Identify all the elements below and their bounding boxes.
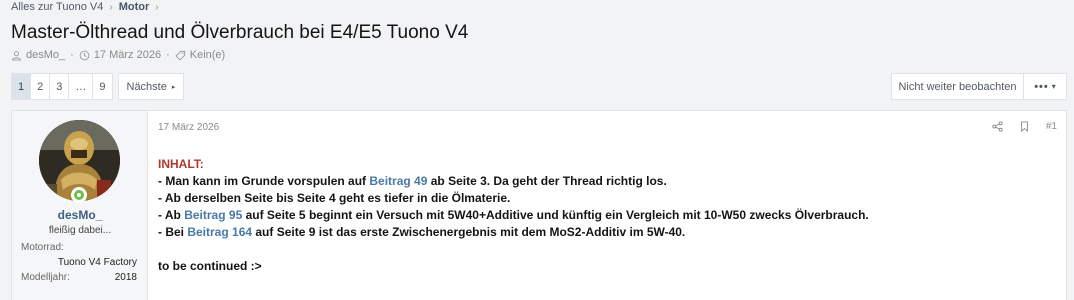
post-user-panel: desMo_ fleißig dabei... Motorrad: Tuono … xyxy=(12,111,148,300)
post-heading: INHALT: xyxy=(158,157,204,171)
post-link-beitrag-164[interactable]: Beitrag 164 xyxy=(187,225,252,239)
bookmark-icon[interactable] xyxy=(1019,121,1030,132)
thread-author[interactable]: desMo_ xyxy=(26,49,65,61)
more-options-button[interactable]: ••• ▾ xyxy=(1024,73,1067,100)
page-title: Master-Ölthread und Ölverbrauch bei E4/E… xyxy=(11,22,469,43)
share-icon[interactable] xyxy=(992,121,1003,132)
user-field-modelljahr-label: Modelljahr: xyxy=(21,272,70,283)
post-text: - Man kann im Grunde vorspulen auf xyxy=(158,174,370,188)
thread-tags: Kein(e) xyxy=(189,49,226,61)
page-navigation: 1 2 3 … 9 Nächste ▸ xyxy=(11,73,185,100)
post-actions: #1 xyxy=(992,121,1057,132)
post-text: auf Seite 5 beginnt ein Versuch mit 5W40… xyxy=(242,208,869,222)
breadcrumb: Alles zur Tuono V4 › Motor › xyxy=(11,0,159,14)
post-body: INHALT: - Man kann im Grunde vorspulen a… xyxy=(158,156,869,275)
user-icon xyxy=(11,50,22,61)
post-line-2: - Ab derselben Seite bis Seite 4 geht es… xyxy=(158,191,511,205)
post-text: ab Seite 3. Da geht der Thread richtig l… xyxy=(427,174,667,188)
user-field-modelljahr: Modelljahr: 2018 xyxy=(21,272,137,283)
tag-icon xyxy=(175,50,185,61)
post-text: - Bei xyxy=(158,225,188,239)
next-page-label: Nächste xyxy=(126,80,167,93)
post-text: - Ab xyxy=(158,208,185,222)
breadcrumb-separator: › xyxy=(155,1,159,13)
online-indicator xyxy=(71,187,87,203)
clock-icon xyxy=(79,50,90,60)
page-9[interactable]: 9 xyxy=(93,73,113,100)
thread-meta: desMo_ · 17 März 2026 · Kein(e) xyxy=(11,49,225,61)
page-2[interactable]: 2 xyxy=(31,73,51,100)
user-field-motorrad-value: Tuono V4 Factory xyxy=(57,257,137,268)
thread-date[interactable]: 17 März 2026 xyxy=(94,49,161,61)
breadcrumb-separator: › xyxy=(109,1,113,13)
page-jump-ellipsis[interactable]: … xyxy=(69,73,94,100)
chevron-right-icon: ▸ xyxy=(171,83,176,91)
unwatch-button[interactable]: Nicht weiter beobachten xyxy=(891,73,1024,100)
next-page-button[interactable]: Nächste ▸ xyxy=(117,73,185,100)
post-line-3: - Ab Beitrag 95 auf Seite 5 beginnt ein … xyxy=(158,207,869,224)
page-1[interactable]: 1 xyxy=(11,73,32,100)
breadcrumb-item-motor[interactable]: Motor xyxy=(119,1,150,13)
post-link-beitrag-95[interactable]: Beitrag 95 xyxy=(184,208,242,222)
post-text: auf Seite 9 ist das erste Zwischenergebn… xyxy=(252,225,686,239)
post-username[interactable]: desMo_ xyxy=(12,208,148,222)
post-line-1: - Man kann im Grunde vorspulen auf Beitr… xyxy=(158,173,869,190)
user-field-modelljahr-value: 2018 xyxy=(114,272,137,283)
online-status-icon xyxy=(74,190,84,200)
chevron-down-icon: ▾ xyxy=(1051,82,1056,91)
user-field-motorrad-label: Motorrad: xyxy=(21,242,64,253)
post-link-beitrag-49[interactable]: Beitrag 49 xyxy=(369,174,427,188)
post-closing: to be continued :> xyxy=(158,259,262,273)
more-dots-icon: ••• xyxy=(1034,80,1049,93)
post-date[interactable]: 17 März 2026 xyxy=(158,122,219,133)
page-3[interactable]: 3 xyxy=(50,73,70,100)
post-line-4: - Bei Beitrag 164 auf Seite 9 ist das er… xyxy=(158,224,869,241)
breadcrumb-item-tuono[interactable]: Alles zur Tuono V4 xyxy=(11,1,103,13)
post: desMo_ fleißig dabei... Motorrad: Tuono … xyxy=(11,110,1067,300)
post-number[interactable]: #1 xyxy=(1046,121,1057,132)
user-title: fleißig dabei... xyxy=(48,225,112,236)
